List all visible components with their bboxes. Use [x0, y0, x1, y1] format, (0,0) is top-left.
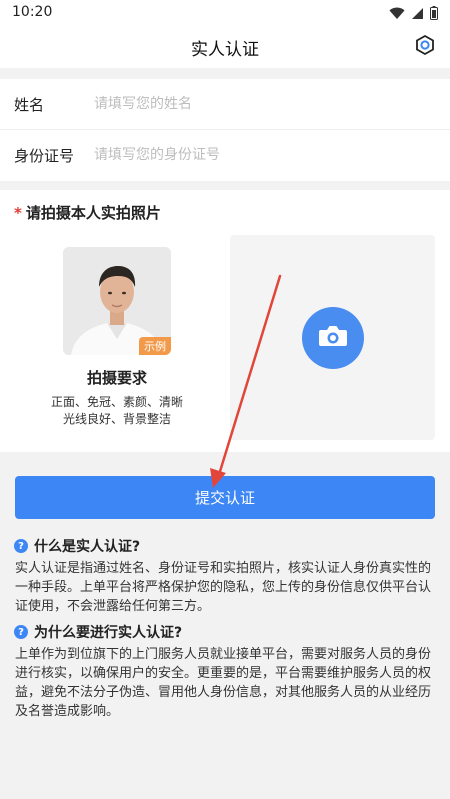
- requirements-line-2: 光线良好、背景整洁: [62, 412, 171, 426]
- status-bar: 10:20: [0, 0, 450, 26]
- faq-question-1: ? 什么是实人认证?: [14, 536, 140, 556]
- required-mark: *: [14, 204, 22, 222]
- id-number-label: 身份证号: [14, 147, 75, 165]
- sample-badge: 示例: [139, 337, 171, 355]
- photo-card: * 请拍摄本人实拍照片 示例 拍摄要求 正面、免冠、素颜、清晰 光线良好、背景整洁: [0, 190, 450, 452]
- submit-verification-button[interactable]: 提交认证: [15, 476, 435, 519]
- photo-section-title: * 请拍摄本人实拍照片: [14, 202, 161, 223]
- wifi-icon: [389, 5, 405, 24]
- faq-question-1-text: 什么是实人认证?: [34, 539, 141, 555]
- photo-upload-box[interactable]: [230, 235, 435, 440]
- name-label: 姓名: [14, 96, 45, 114]
- question-icon: ?: [14, 539, 28, 553]
- photo-title-text: 请拍摄本人实拍照片: [25, 204, 161, 222]
- settings-button[interactable]: [412, 34, 438, 60]
- sample-photo: 示例: [63, 247, 171, 355]
- faq-question-2-text: 为什么要进行实人认证?: [34, 625, 183, 641]
- page-title: 实人认证: [191, 40, 259, 60]
- app-bar: 实人认证: [0, 26, 450, 68]
- faq-question-2: ? 为什么要进行实人认证?: [14, 622, 182, 642]
- status-time: 10:20: [12, 4, 53, 20]
- name-row: 姓名: [0, 79, 450, 130]
- requirements-title: 拍摄要求: [86, 369, 147, 387]
- question-icon: ?: [14, 625, 28, 639]
- faq-answer-1: 实人认证是指通过姓名、身份证号和实拍照片，核实认证人身份真实性的一种手段。上单平…: [15, 561, 432, 614]
- camera-button[interactable]: [302, 307, 364, 369]
- status-icons: [389, 5, 438, 24]
- identity-form: 姓名 身份证号: [0, 79, 450, 181]
- id-row: 身份证号: [0, 130, 450, 180]
- settings-hexagon-icon: [414, 34, 436, 60]
- battery-icon: [430, 5, 438, 24]
- signal-icon: [411, 5, 424, 24]
- faq-answer-2: 上单作为到位旗下的上门服务人员就业接单平台，需要对服务人员的身份进行核实，以确保…: [15, 647, 432, 719]
- requirements-line-1: 正面、免冠、素颜、清晰: [50, 395, 183, 409]
- camera-icon: [318, 324, 348, 352]
- id-number-input[interactable]: [94, 142, 434, 168]
- name-input[interactable]: [94, 91, 434, 117]
